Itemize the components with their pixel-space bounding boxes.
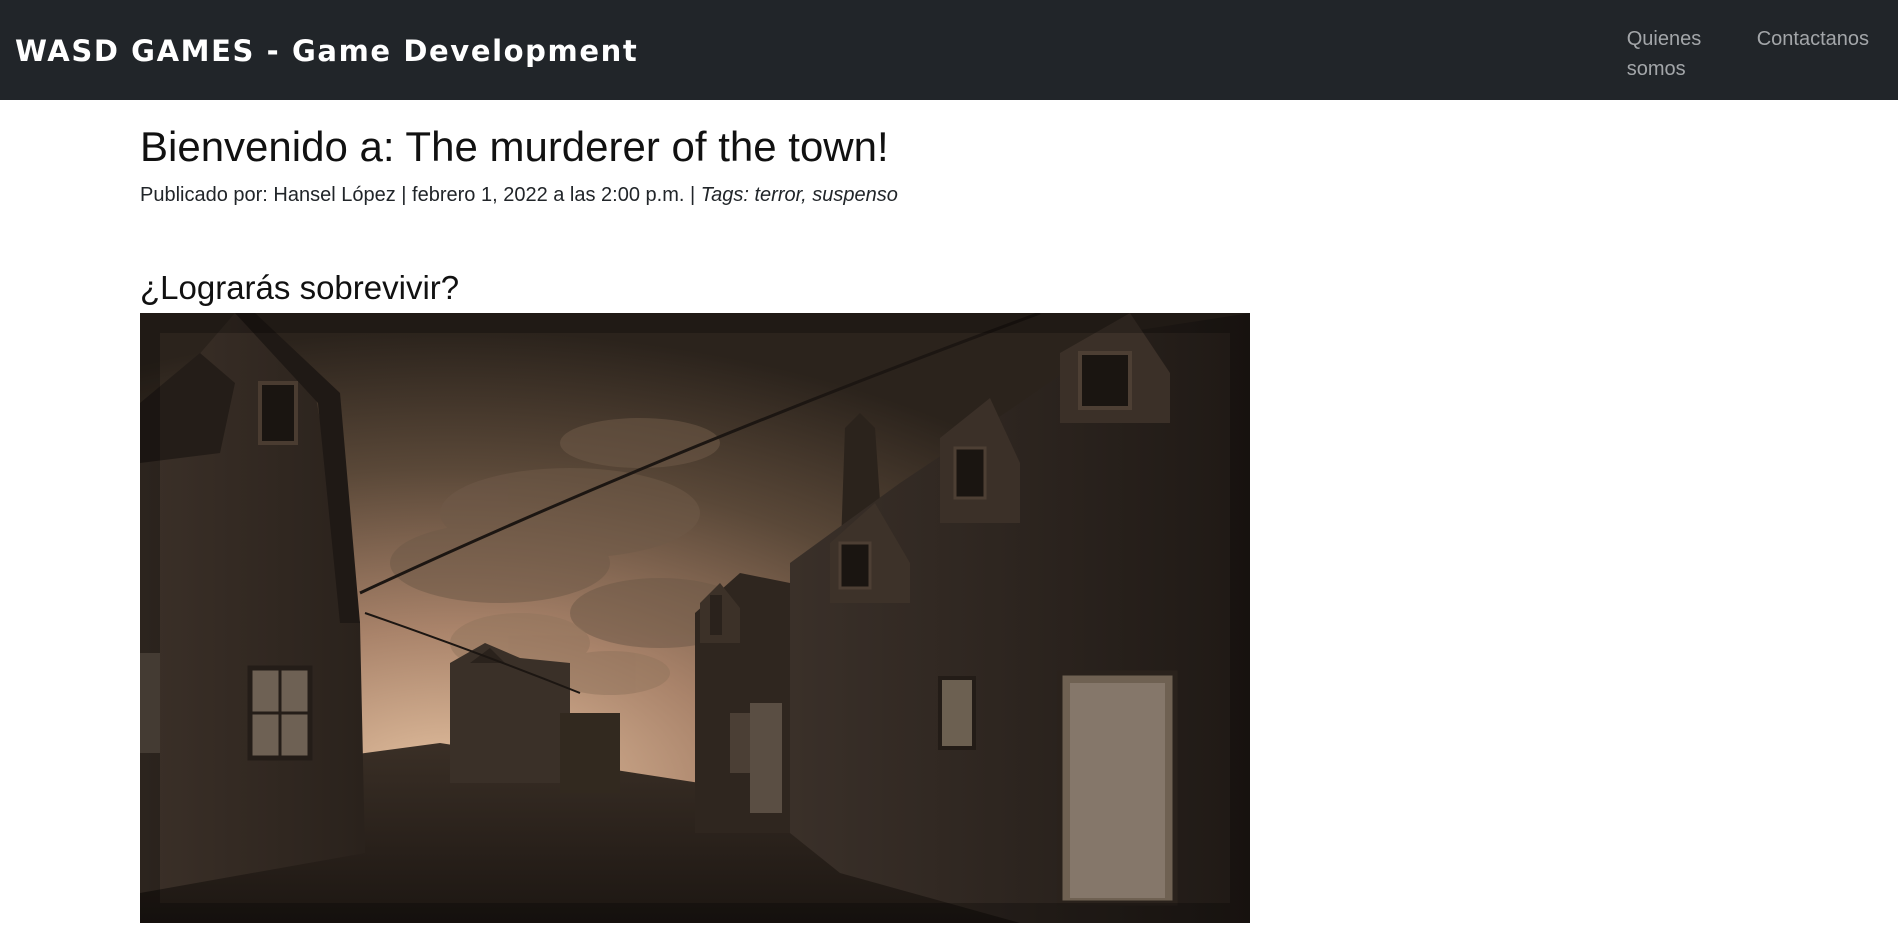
post-meta: Publicado por: Hansel López | febrero 1,… [140,184,1898,207]
post-author-date: Publicado por: Hansel López | febrero 1,… [140,184,701,206]
navbar: WASD GAMES - Game Development Quienes so… [0,0,1898,100]
post-tags: Tags: terror, suspenso [700,184,898,206]
nav-links: Quienes somos Contactanos [1627,24,1869,84]
post-hero-image [140,313,1250,923]
post-title: Bienvenido a: The murderer of the town! [140,123,889,170]
town-street-illustration [140,313,1250,923]
section-heading: ¿Lograrás sobrevivir? [140,269,460,306]
nav-link-quienes-somos[interactable]: Quienes somos [1627,24,1717,84]
nav-link-contactanos[interactable]: Contactanos [1757,24,1869,84]
post-content: Bienvenido a: The murderer of the town! … [0,122,1898,923]
brand-logo-link[interactable]: WASD GAMES - Game Development [15,34,638,68]
